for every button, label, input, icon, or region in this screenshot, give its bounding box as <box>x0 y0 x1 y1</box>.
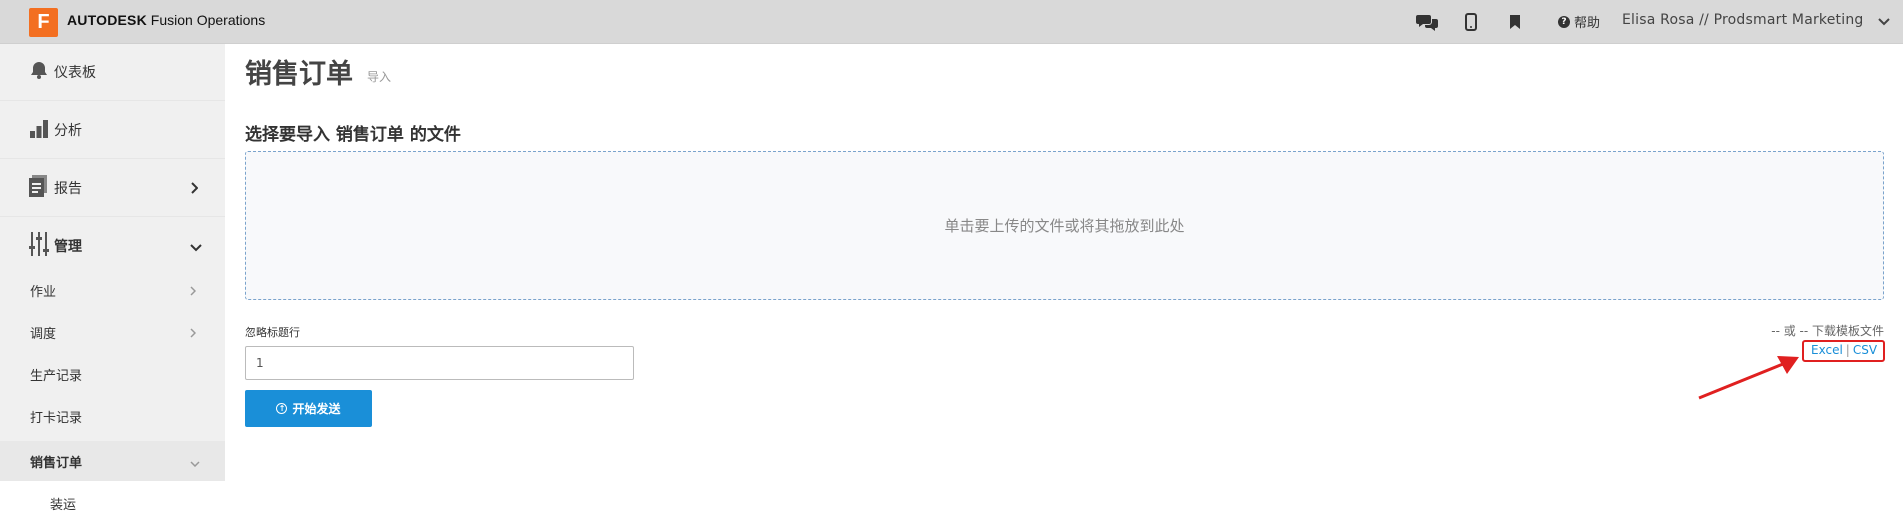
ignore-header-rows-label: 忽略标题行 <box>245 326 300 339</box>
arrow-up-circle-icon: ↑ <box>276 403 288 414</box>
file-dropzone[interactable]: 单击要上传的文件或将其拖放到此处 <box>245 151 1884 300</box>
sidebar-item-label: 仪表板 <box>54 65 96 81</box>
sidebar-item-label: 销售订单 <box>30 455 83 471</box>
annotation-highlight-box <box>1802 340 1885 362</box>
sidebar: 仪表板 分析 报告 管理 作业 调度 生产记录 打卡记录 销售订单 装运 <box>0 44 225 525</box>
dropzone-text: 单击要上传的文件或将其拖放到此处 <box>944 217 1185 235</box>
start-send-button[interactable]: ↑ 开始发送 <box>245 390 372 427</box>
sidebar-item-label: 调度 <box>30 326 57 342</box>
sidebar-item-shipments[interactable]: 装运 <box>0 481 225 525</box>
chevron-right-icon <box>190 323 197 342</box>
sidebar-item-label: 生产记录 <box>30 368 83 384</box>
bell-icon <box>29 60 49 84</box>
annotation-arrow <box>1698 356 1799 400</box>
download-template-text: -- 或 -- 下载模板文件 <box>1771 324 1884 338</box>
document-icon <box>29 175 49 201</box>
sliders-icon <box>29 232 49 260</box>
ignore-header-rows-input[interactable] <box>245 346 634 380</box>
sidebar-item-clock-records[interactable]: 打卡记录 <box>0 406 225 426</box>
help-link[interactable]: ? 帮助 <box>1558 12 1600 31</box>
sidebar-item-management[interactable]: 管理 <box>0 232 225 260</box>
sidebar-item-sales-orders[interactable]: 销售订单 <box>0 441 225 481</box>
sidebar-item-label: 报告 <box>54 181 82 197</box>
start-send-label: 开始发送 <box>292 402 341 416</box>
bar-chart-icon <box>29 118 49 142</box>
divider <box>0 216 225 217</box>
divider <box>0 158 225 159</box>
chat-icon[interactable] <box>1415 10 1439 34</box>
sidebar-item-label: 打卡记录 <box>30 410 83 426</box>
divider <box>0 100 225 101</box>
top-bar: F AUTODESK Fusion Operations ? 帮助 Elisa … <box>0 0 1903 44</box>
user-menu[interactable]: Elisa Rosa // Prodsmart Marketing <box>1622 12 1864 28</box>
chevron-right-icon <box>190 179 199 198</box>
bookmark-icon[interactable] <box>1503 10 1527 34</box>
chevron-down-icon[interactable] <box>1878 12 1890 31</box>
fusion-logo[interactable]: F <box>29 8 58 37</box>
help-label: 帮助 <box>1574 16 1601 31</box>
help-icon: ? <box>1558 15 1570 28</box>
sidebar-item-label: 管理 <box>54 239 82 255</box>
brand-rest: Fusion Operations <box>146 12 266 28</box>
sidebar-item-label: 分析 <box>54 123 82 139</box>
chevron-right-icon <box>190 281 197 300</box>
sidebar-item-schedule[interactable]: 调度 <box>0 322 225 342</box>
page-subtitle: 导入 <box>367 70 392 84</box>
sidebar-item-production-records[interactable]: 生产记录 <box>0 364 225 384</box>
section-title: 选择要导入 销售订单 的文件 <box>245 125 461 145</box>
chevron-down-icon <box>190 452 200 471</box>
sidebar-item-analytics[interactable]: 分析 <box>0 116 225 144</box>
brand-name: AUTODESK Fusion Operations <box>67 12 265 28</box>
sidebar-item-reports[interactable]: 报告 <box>0 174 225 202</box>
chevron-down-icon <box>190 237 202 256</box>
sidebar-item-jobs[interactable]: 作业 <box>0 280 225 300</box>
sidebar-item-dashboard[interactable]: 仪表板 <box>0 58 225 86</box>
mobile-icon[interactable] <box>1459 10 1483 34</box>
sidebar-item-label: 作业 <box>30 284 57 300</box>
sidebar-item-label: 装运 <box>50 497 77 513</box>
page-title: 销售订单 <box>245 59 353 90</box>
brand-bold: AUTODESK <box>67 12 147 28</box>
